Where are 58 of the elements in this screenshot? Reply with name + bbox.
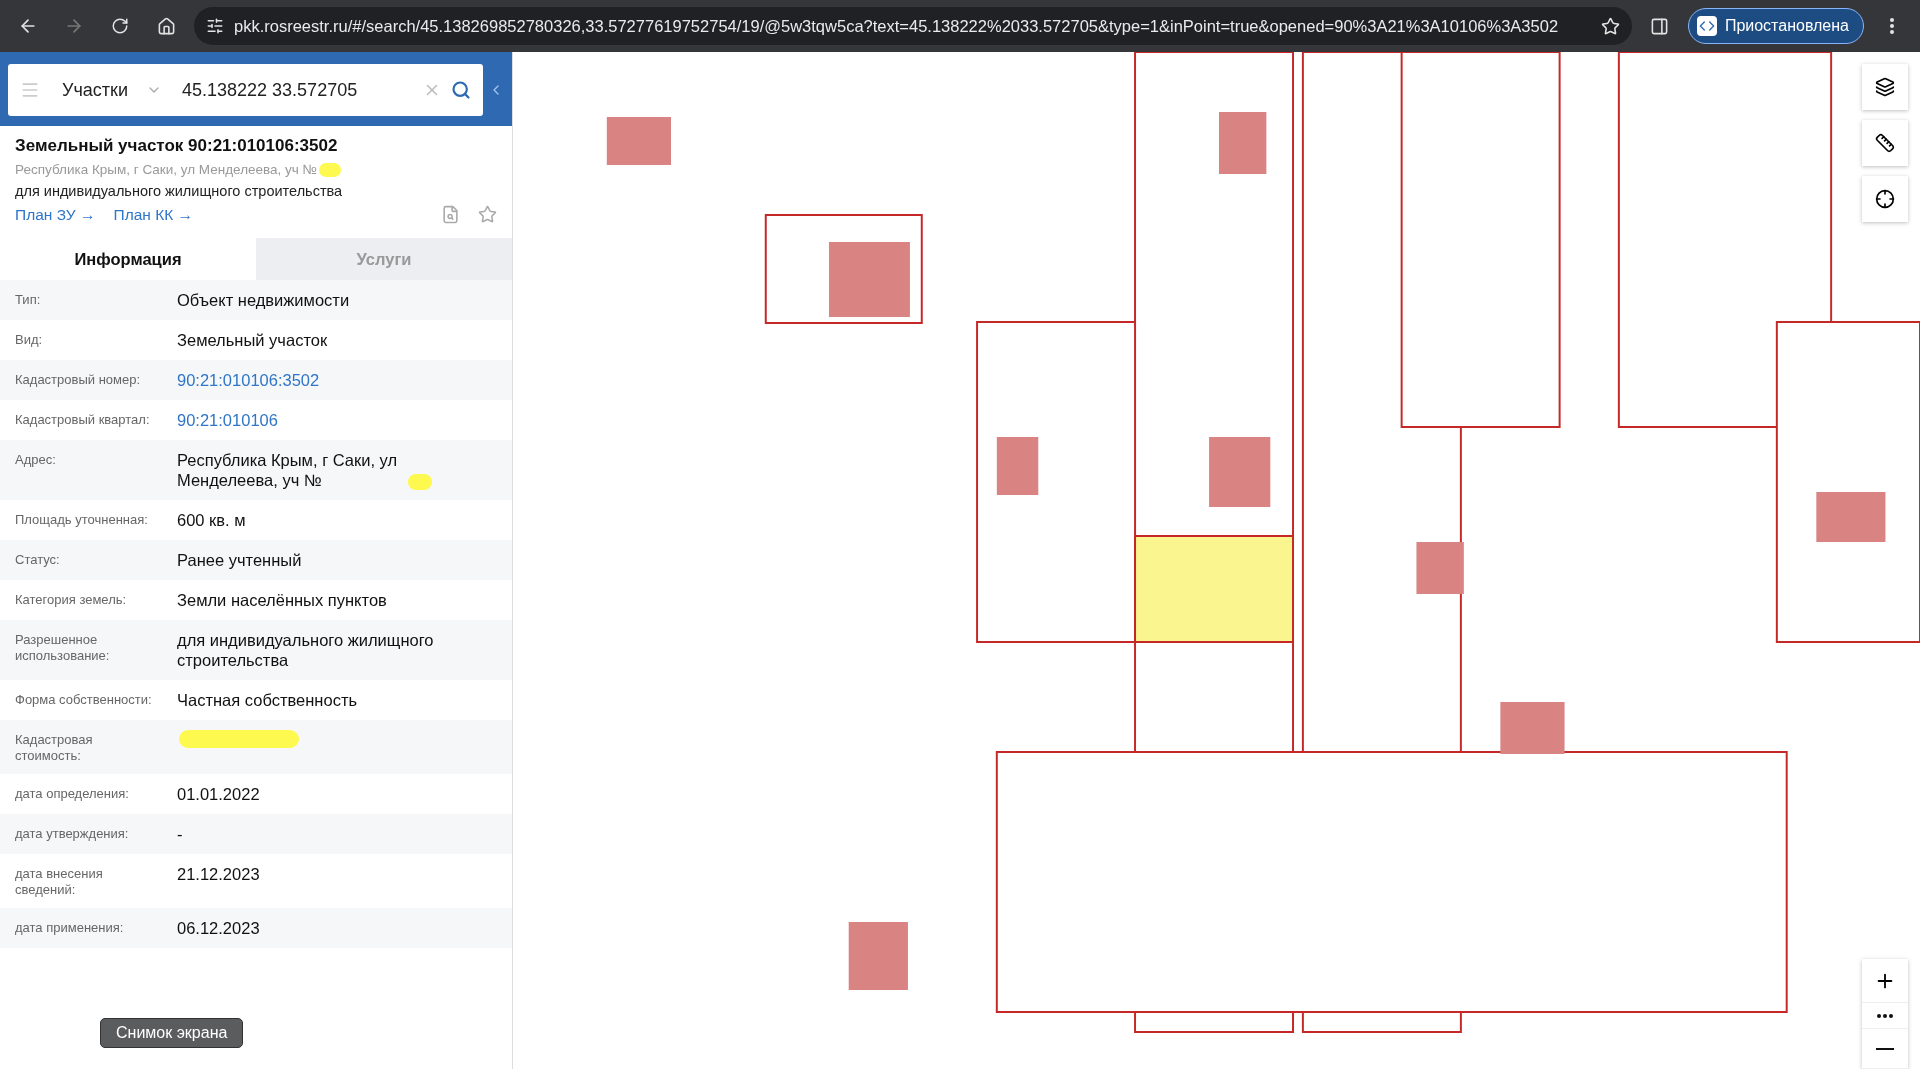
layers-icon bbox=[1875, 77, 1895, 97]
field-label: Разрешенное использование: bbox=[15, 631, 111, 664]
field-value: - bbox=[177, 824, 184, 844]
plan-link[interactable]: План ЗУ → bbox=[15, 205, 96, 224]
field-value: Ранее учтенный bbox=[177, 550, 303, 570]
address-bar[interactable]: pkk.rosreestr.ru/#/search/45.138269852780326,33.57277619752754/19/@5w3tqw5ca?text=45.138222%2033.572705&type=1&inPoint=true&opened=90%3A21%3A10106%3A3502 bbox=[194, 7, 1632, 45]
field-value: 21.12.2023 bbox=[177, 864, 261, 884]
parcel-address: Республика Крым, г Саки, ул Менделеева, уч № bbox=[15, 162, 318, 177]
field-value: 01.01.2022 bbox=[177, 784, 261, 804]
field-label: дата определения: bbox=[15, 785, 130, 802]
locate-button[interactable] bbox=[1862, 176, 1908, 222]
parcel-title: Земельный участок 90:21:010106:3502 bbox=[15, 136, 339, 156]
menu-icon bbox=[1890, 18, 1894, 34]
search-icon[interactable] bbox=[451, 80, 471, 100]
field-value: Объект недвижимости bbox=[177, 290, 351, 310]
tooltip: Снимок экрана bbox=[100, 1018, 244, 1048]
field-label: Форма собственности: bbox=[15, 691, 153, 708]
parcel-usage: для индивидуального жилищного строительства bbox=[15, 183, 344, 199]
field-label: Вид: bbox=[15, 331, 44, 348]
field-value: Земельный участок bbox=[177, 330, 329, 350]
field-label: Категория земель: bbox=[15, 591, 128, 608]
minus-icon bbox=[1876, 1047, 1894, 1050]
field-label: Площадь уточненная: bbox=[15, 511, 149, 528]
zoom-in-button[interactable] bbox=[1862, 959, 1908, 1003]
field-link[interactable]: 90:21:010106:3502 bbox=[177, 370, 497, 390]
site-settings-icon[interactable] bbox=[206, 17, 224, 35]
field-value: 06.12.2023 bbox=[177, 918, 261, 938]
redaction-mark bbox=[408, 474, 432, 490]
field-label: дата применения: bbox=[15, 919, 125, 936]
code-icon bbox=[1696, 16, 1717, 36]
field-value: для индивидуального жилищного строительства bbox=[177, 630, 435, 670]
bookmark-star-icon[interactable] bbox=[1600, 16, 1620, 36]
layers-button[interactable] bbox=[1862, 64, 1908, 110]
ruler-icon bbox=[1875, 133, 1895, 153]
favorite-star-icon[interactable] bbox=[478, 205, 497, 224]
field-label: Тип: bbox=[15, 291, 42, 308]
reload-icon bbox=[111, 17, 129, 35]
side-panel-icon bbox=[1650, 16, 1670, 36]
field-value: 600 кв. м bbox=[177, 510, 247, 530]
field-link[interactable]: 90:21:010106 bbox=[177, 410, 497, 430]
field-label: Статус: bbox=[15, 551, 61, 568]
more-button[interactable] bbox=[1862, 1003, 1908, 1029]
field-label: Кадастровый номер: bbox=[15, 371, 142, 388]
ruler-button[interactable] bbox=[1862, 120, 1908, 166]
plan-link[interactable]: План КК → bbox=[113, 205, 194, 224]
field-label: дата утверждения: bbox=[15, 825, 130, 842]
home-icon bbox=[156, 16, 176, 36]
crosshair-icon bbox=[1875, 189, 1895, 209]
field-label: Адрес: bbox=[15, 451, 57, 468]
more-icon bbox=[1877, 1013, 1893, 1018]
field-value: Частная собственность bbox=[177, 690, 359, 710]
category-dropdown[interactable]: Участки bbox=[50, 79, 170, 101]
field-label: Кадастровая стоимость: bbox=[15, 731, 94, 764]
field-value: Республика Крым, г Саки, ул Менделеева, уч № bbox=[177, 450, 399, 490]
field-label: дата внесения сведений: bbox=[15, 865, 104, 898]
field-label: Кадастровый квартал: bbox=[15, 411, 151, 428]
profile-button[interactable]: Приостановлена bbox=[1687, 8, 1864, 44]
field-value: Земли населённых пунктов bbox=[177, 590, 388, 610]
